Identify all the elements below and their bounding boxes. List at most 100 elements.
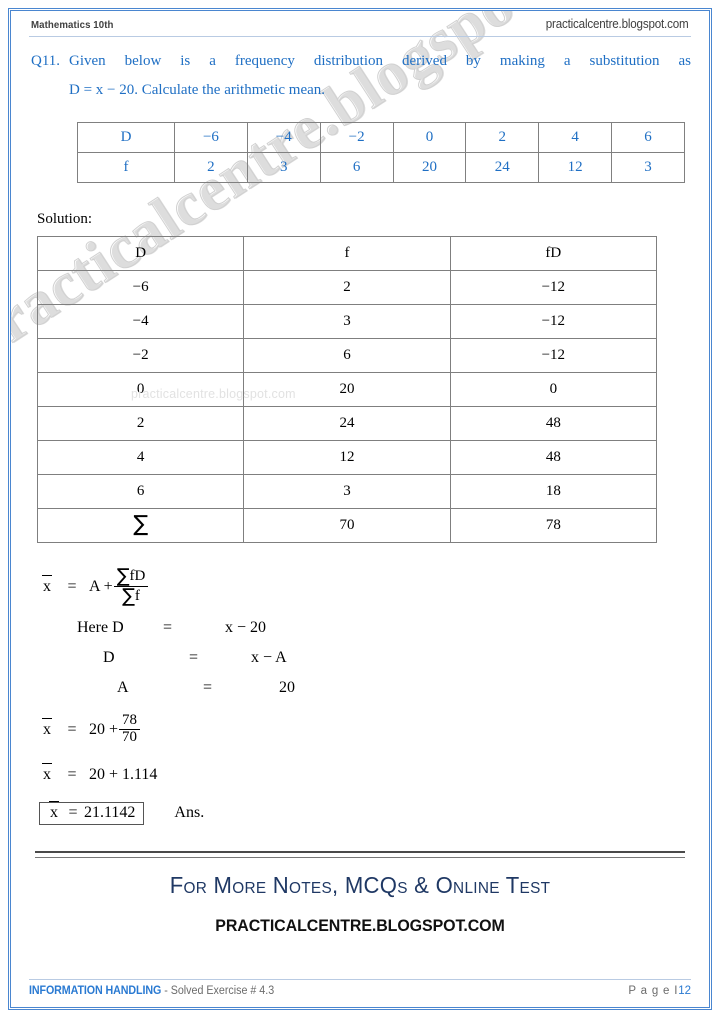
total-fd: 78: [449, 507, 658, 543]
table-row: D −6 −4 −2 0 2 4 6: [77, 121, 685, 153]
solution-column-header: D: [36, 235, 245, 271]
running-header: Mathematics 10th practicalcentre.blogspo…: [29, 11, 691, 37]
table-total-row: ∑ 70 78: [36, 507, 658, 543]
definition-value: 20: [279, 679, 295, 697]
freq-cell: −4: [246, 121, 321, 153]
base-value: 20 +: [89, 720, 119, 738]
freq-cell: 0: [392, 121, 467, 153]
substitution-step: x = 20 + 78 70: [39, 713, 691, 746]
freq-cell: 3: [246, 151, 321, 183]
question-number: Q11.: [31, 53, 61, 69]
document-page: practicalcentre.blogspot.com Mathematics…: [8, 8, 712, 1010]
freq-cell: 24: [465, 151, 540, 183]
fraction-denominator: ∑f: [119, 585, 143, 608]
solution-cell: 12: [243, 439, 451, 475]
a-term: A +: [89, 577, 113, 595]
sigma-icon: ∑: [116, 564, 130, 587]
promo-url[interactable]: PRACTICALCENTRE.BLOGSPOT.COM: [49, 916, 671, 936]
total-f: 70: [243, 507, 451, 543]
sigma-icon: ∑: [122, 585, 135, 608]
definition-label: A: [117, 679, 129, 697]
freq-cell: −2: [319, 121, 394, 153]
answer-box: x = 21.1142: [39, 800, 145, 825]
footer-exercise: - Solved Exercise # 4.3: [161, 985, 275, 997]
freq-row-label: f: [77, 151, 175, 183]
freq-cell: 20: [392, 151, 467, 183]
mean-formula: x = A + ∑fD ∑f: [39, 564, 691, 608]
fraction-numerator: 78: [119, 713, 141, 731]
solution-cell: 24: [243, 405, 451, 441]
table-row: −2 6 −12: [36, 337, 658, 373]
solution-cell: 4: [36, 439, 245, 475]
equals-sign: =: [67, 765, 77, 783]
solution-cell: −12: [449, 269, 658, 305]
solution-cell: 2: [243, 269, 451, 305]
solution-cell: 0: [36, 371, 245, 407]
freq-cell: 2: [465, 121, 540, 153]
equals-sign: =: [203, 679, 213, 697]
sigma-fraction: ∑fD ∑f: [113, 564, 149, 608]
definition-value: x − A: [251, 649, 287, 667]
numerator-text: fD: [129, 567, 146, 584]
table-row: f 2 3 6 20 24 12 3: [77, 151, 685, 183]
table-row: −4 3 −12: [36, 303, 658, 339]
summation-symbol: ∑: [36, 507, 245, 543]
final-answer-row: x = 21.1142 Ans.: [29, 800, 691, 825]
header-subject: Mathematics 10th: [31, 19, 114, 31]
definition-label: Here D: [77, 619, 124, 637]
equals-sign: =: [67, 720, 77, 738]
freq-cell: 4: [538, 121, 613, 153]
numeric-fraction: 78 70: [119, 713, 141, 746]
solution-cell: 3: [243, 303, 451, 339]
equals-sign: =: [68, 803, 78, 821]
equals-sign: =: [67, 577, 77, 595]
solution-cell: 0: [449, 371, 658, 407]
definition-row: D = x − A: [77, 649, 691, 667]
solution-cell: −12: [449, 303, 658, 339]
freq-cell: −6: [174, 121, 248, 153]
frequency-distribution-table: D −6 −4 −2 0 2 4 6 f 2 3 6 20 24 12 3: [77, 121, 685, 183]
table-row: 2 24 48: [36, 405, 658, 441]
promo-title: For More Notes, MCQs & Online Test: [169, 871, 551, 898]
table-row: 0 20 0: [36, 371, 658, 407]
answer-suffix: Ans.: [174, 804, 205, 822]
table-row: 6 3 18: [36, 473, 658, 509]
solution-column-header: fD: [449, 235, 658, 271]
fraction-denominator: 70: [122, 729, 138, 746]
promo-block: For More Notes, MCQs & Online Test PRACT…: [29, 872, 691, 936]
question-text-line1: Given below is a frequency distribution …: [69, 53, 691, 69]
page-label: P a g e I: [628, 985, 679, 997]
freq-cell: 12: [538, 151, 613, 183]
definition-value: x − 20: [225, 619, 267, 637]
definition-row: Here D = x − 20: [77, 619, 691, 637]
fraction-numerator: ∑fD: [113, 564, 149, 588]
x-bar-symbol: x: [39, 762, 55, 784]
solution-cell: 6: [36, 473, 245, 509]
table-row: 4 12 48: [36, 439, 658, 475]
solution-column-header: f: [243, 235, 451, 271]
equals-sign: =: [189, 649, 199, 667]
solution-cell: −2: [36, 337, 245, 373]
question-block: Q11. Given below is a frequency distribu…: [29, 47, 691, 106]
page-number: 12: [678, 985, 691, 997]
working-steps: x = A + ∑fD ∑f Here D = x − 20 D = x − A…: [29, 564, 691, 825]
x-bar-symbol: x: [39, 717, 55, 739]
solution-label: Solution:: [37, 210, 93, 227]
solution-cell: 3: [243, 473, 451, 509]
decimal-value: 20 + 1.114: [89, 765, 158, 783]
promo-divider: [35, 850, 685, 858]
freq-cell: 6: [319, 151, 394, 183]
decimal-step: x = 20 + 1.114: [39, 762, 691, 786]
solution-cell: −6: [36, 269, 245, 305]
solution-cell: 2: [36, 405, 245, 441]
footer-left: INFORMATION HANDLING - Solved Exercise #…: [29, 985, 274, 997]
definition-row: A = 20: [77, 679, 691, 697]
table-header-row: D f fD: [36, 235, 658, 271]
freq-cell: 3: [611, 151, 685, 183]
freq-cell: 6: [611, 121, 685, 153]
solution-cell: 48: [449, 439, 658, 475]
solution-cell: 6: [243, 337, 451, 373]
denominator-text: f: [134, 588, 140, 605]
header-site-url: practicalcentre.blogspot.com: [546, 17, 689, 31]
solution-table: D f fD −6 2 −12 −4 3 −12 −2 6 −12 0 20 0…: [36, 235, 658, 543]
